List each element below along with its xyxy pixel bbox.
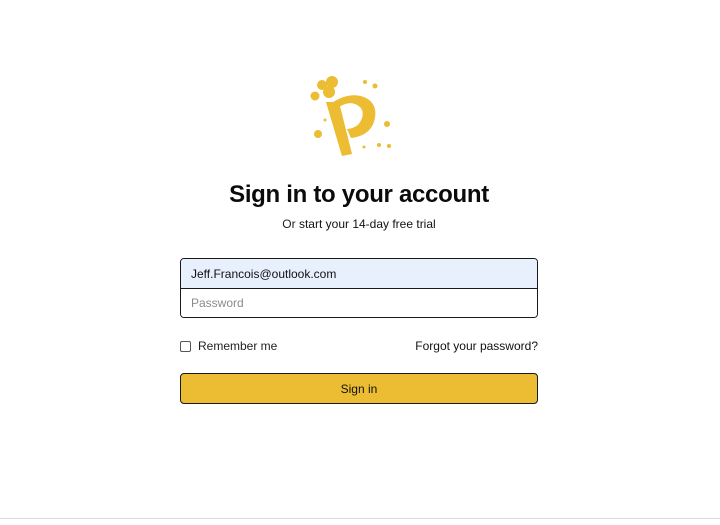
subtitle: Or start your 14-day free trial [0, 217, 718, 231]
forgot-password-link[interactable]: Forgot your password? [415, 339, 538, 353]
bottom-divider [0, 518, 720, 519]
p-bubbles-logo-icon [310, 76, 391, 156]
remember-me-control[interactable]: Remember me [180, 339, 277, 353]
sign-in-button[interactable]: Sign in [180, 373, 538, 404]
credentials-field-group [180, 258, 538, 318]
page-title: Sign in to your account [229, 181, 489, 208]
remember-me-checkbox[interactable] [180, 340, 191, 352]
free-trial-link[interactable]: start your 14-day free trial [299, 217, 436, 231]
email-field[interactable] [181, 259, 537, 289]
password-field[interactable] [181, 289, 537, 317]
remember-me-label: Remember me [198, 339, 278, 353]
sign-in-page: Sign in to your account Or start your 14… [0, 0, 720, 525]
subtitle-prefix: Or [282, 217, 296, 231]
